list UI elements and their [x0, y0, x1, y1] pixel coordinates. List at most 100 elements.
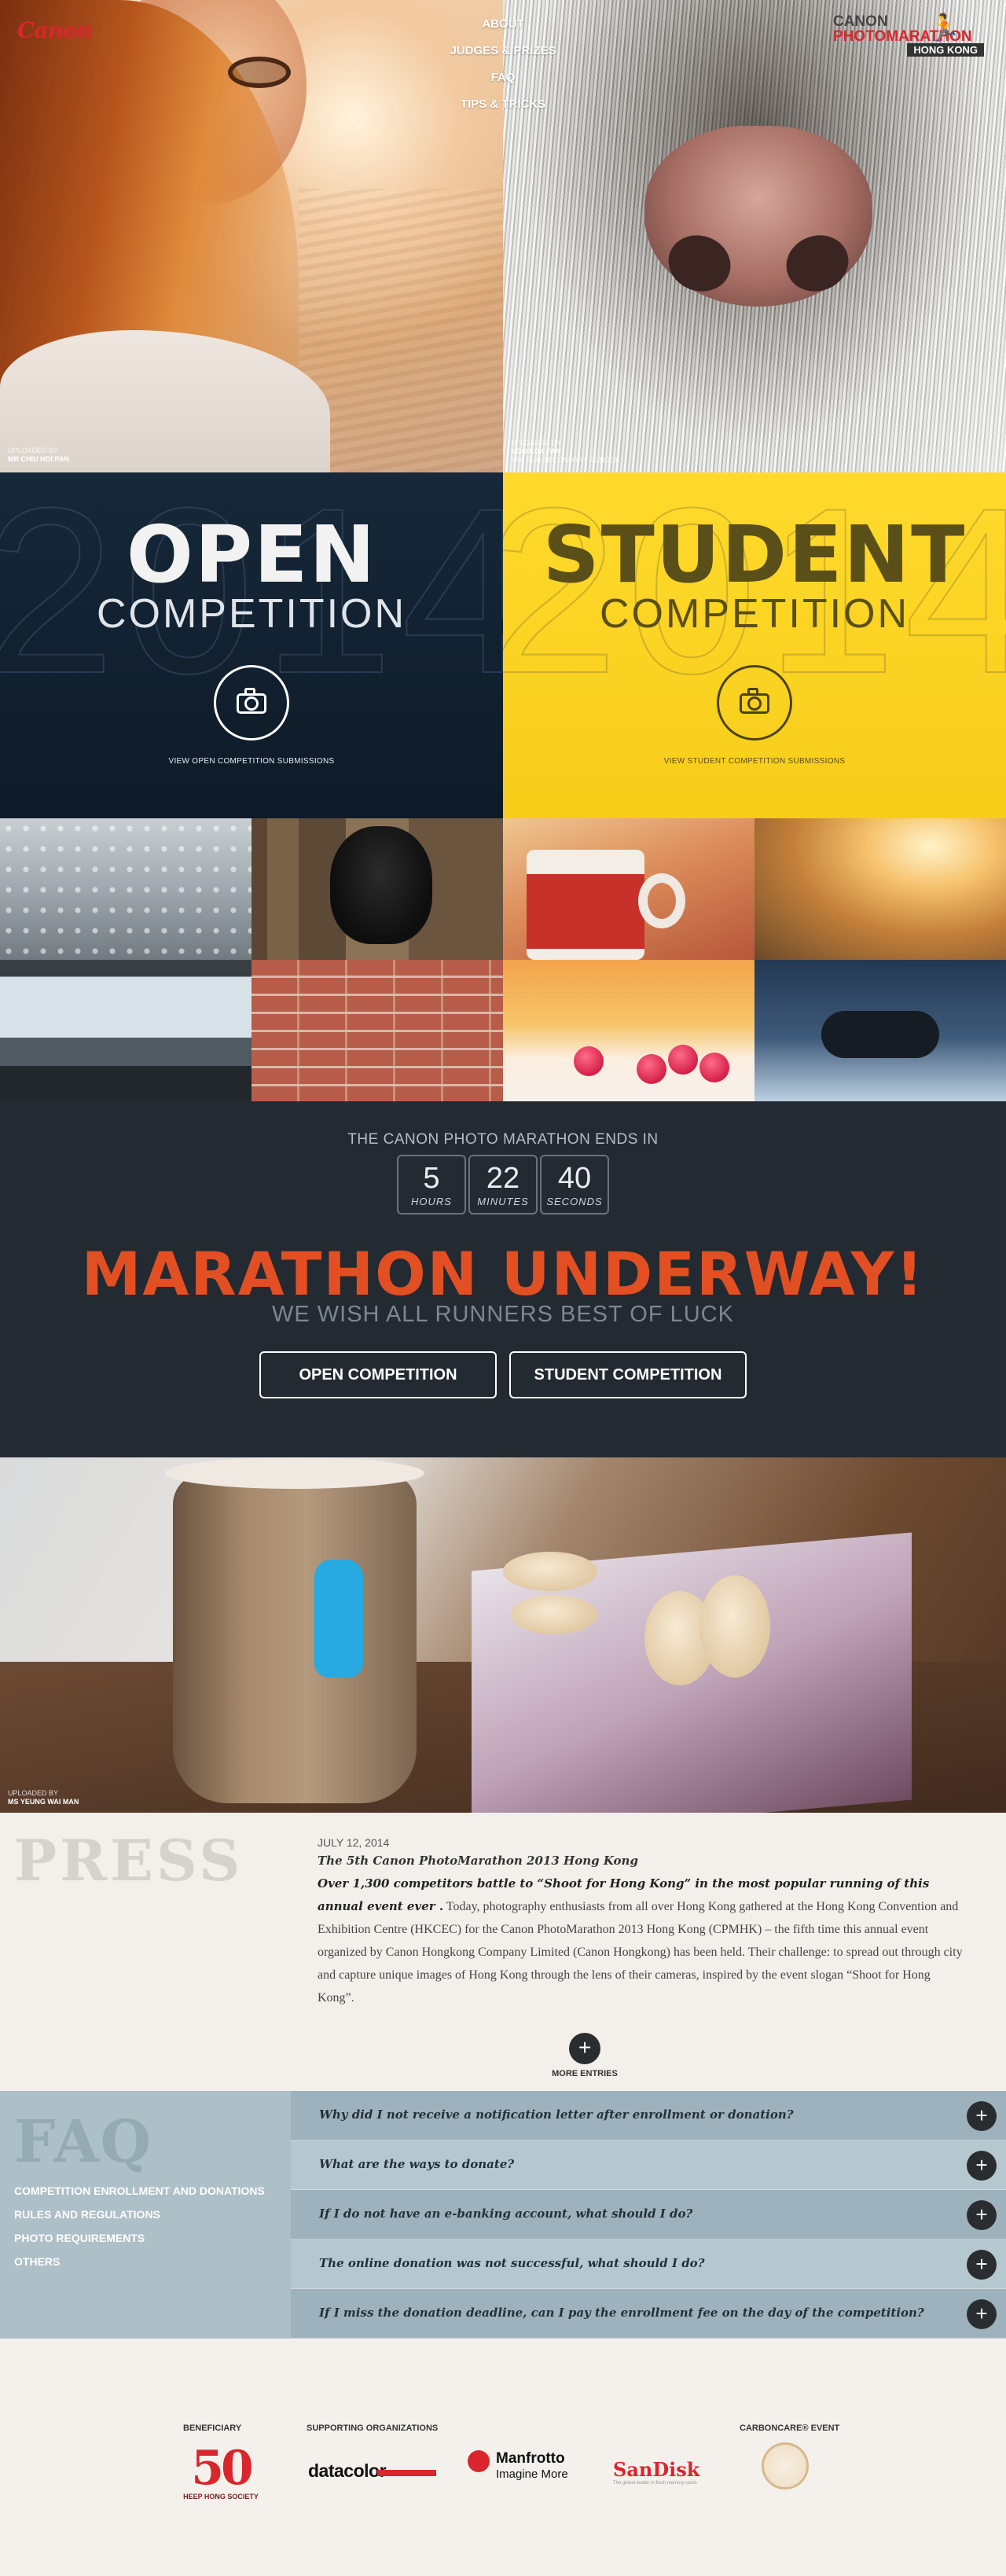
- timer-seconds: 40 SECONDS: [540, 1155, 609, 1215]
- logo-line-hongkong: HONG KONG: [907, 43, 984, 57]
- gallery-photo-black-dog[interactable]: [252, 818, 503, 960]
- blue-bottle-logo: [314, 1560, 363, 1678]
- raspberry: [637, 1054, 666, 1084]
- manfrotto-logo[interactable]: Manfrotto Imagine More: [468, 2450, 568, 2481]
- credit-name: MR CHIU HOI PAN: [8, 455, 69, 463]
- sandisk-logo[interactable]: SanDisk The global leader in flash memor…: [613, 2458, 699, 2486]
- gallery-photo-tunnel[interactable]: [0, 960, 252, 1101]
- canon-logo[interactable]: Canon: [17, 17, 93, 43]
- coffee-cup: [173, 1473, 417, 1803]
- credit-label: UPLOADED BY: [8, 446, 59, 454]
- student-title: STUDENT: [542, 509, 967, 601]
- carboncare-logo[interactable]: [762, 2442, 809, 2490]
- cup-rim: [165, 1457, 424, 1489]
- photo-gallery: [0, 818, 1006, 1101]
- hero-left-credit: UPLOADED BY MR CHIU HOI PAN: [8, 446, 69, 464]
- timer-hours-label: HOURS: [411, 1196, 452, 1207]
- plus-icon[interactable]: +: [967, 2101, 997, 2131]
- main-nav: ABOUT JUDGES & PRIZES FAQ TIPS & TRICKS: [424, 11, 582, 118]
- gallery-photo-rain-window[interactable]: [0, 818, 252, 960]
- credit-name: MS YEUNG WAI MAN: [8, 1798, 79, 1806]
- gallery-photo-sunset-field[interactable]: [754, 818, 1006, 960]
- view-open-submissions-link[interactable]: VIEW OPEN COMPETITION SUBMISSIONS: [0, 757, 503, 766]
- faq-category-others[interactable]: OTHERS: [14, 2250, 265, 2273]
- faq-question: If I miss the donation deadline, can I p…: [319, 2306, 924, 2320]
- faq-category-rules[interactable]: RULES AND REGULATIONS: [14, 2203, 265, 2226]
- faq-question: The online donation was not successful, …: [319, 2256, 705, 2270]
- raspberry: [668, 1045, 698, 1075]
- student-competition-button[interactable]: STUDENT COMPETITION: [509, 1351, 747, 1398]
- nav-about[interactable]: ABOUT: [424, 11, 582, 38]
- open-title: OPEN: [126, 509, 377, 601]
- press-heading: PRESS: [14, 1827, 244, 1894]
- nav-judges-prizes[interactable]: JUDGES & PRIZES: [424, 38, 582, 64]
- more-entries-button[interactable]: +: [569, 2033, 600, 2064]
- plus-icon[interactable]: +: [967, 2151, 997, 2181]
- manfrotto-icon: [468, 2450, 490, 2472]
- faq-question: If I do not have an e-banking account, w…: [319, 2207, 693, 2221]
- gallery-photo-mug[interactable]: [503, 818, 754, 960]
- faq-item[interactable]: What are the ways to donate? +: [291, 2141, 1006, 2190]
- mug: [527, 850, 644, 960]
- logo-line-canon: CANON: [833, 13, 888, 30]
- datacolor-name: datacolor: [308, 2460, 387, 2481]
- student-subtitle: COMPETITION: [599, 591, 910, 637]
- macaron: [699, 1575, 770, 1678]
- press-article-body: Over 1,300 competitors battle to “Shoot …: [318, 1872, 970, 2009]
- timer-seconds-value: 40: [557, 1162, 592, 1195]
- faq-item[interactable]: The online donation was not successful, …: [291, 2240, 1006, 2289]
- press-text: Today, photography enthusiasts from all …: [318, 1900, 963, 2005]
- faq-item[interactable]: If I do not have an e-banking account, w…: [291, 2190, 1006, 2240]
- timer-minutes-label: MINUTES: [477, 1196, 529, 1207]
- credit-label: UPLOADED BY: [8, 1789, 59, 1797]
- sandisk-tagline: The global leader in flash memory cards: [613, 2481, 697, 2486]
- featured-photo[interactable]: UPLOADED BY MS YEUNG WAI MAN: [0, 1457, 1006, 1813]
- heep-fifty: 50: [191, 2441, 254, 2496]
- faq-item[interactable]: If I miss the donation deadline, can I p…: [291, 2289, 1006, 2339]
- runner-icon: 🏃: [927, 13, 961, 43]
- plus-icon: +: [578, 2035, 592, 2060]
- supporting-label: SUPPORTING ORGANIZATIONS: [307, 2423, 439, 2433]
- open-competition-panel[interactable]: 2014 OPEN COMPETITION VIEW OPEN COMPETIT…: [0, 472, 503, 818]
- hero-right-credit: UPLOADED BY NGO KOK FAN TAK SUN SECONDAR…: [511, 439, 619, 465]
- timer-seconds-label: SECONDS: [546, 1196, 603, 1207]
- camera-icon[interactable]: [214, 665, 289, 740]
- plus-icon[interactable]: +: [967, 2200, 997, 2230]
- view-student-submissions-link[interactable]: VIEW STUDENT COMPETITION SUBMISSIONS: [503, 757, 1006, 766]
- faq-question: Why did I not receive a notification let…: [319, 2107, 794, 2122]
- gallery-photo-raspberries[interactable]: [503, 960, 754, 1101]
- credit-name: NGO KOK FAN: [511, 447, 561, 455]
- nav-tips-tricks[interactable]: TIPS & TRICKS: [424, 91, 582, 118]
- faq-question: What are the ways to donate?: [319, 2157, 515, 2171]
- datacolor-logo[interactable]: datacolor: [308, 2460, 436, 2482]
- credit-school: TAK SUN SECONDARY SCHOOL: [511, 456, 620, 464]
- plus-icon[interactable]: +: [967, 2250, 997, 2280]
- more-entries-label[interactable]: MORE ENTRIES: [0, 2069, 1006, 2078]
- gallery-photo-game-controller[interactable]: [754, 960, 1006, 1101]
- dog: [330, 826, 432, 944]
- raspberry: [699, 1053, 729, 1082]
- marathon-headline: MARATHON UNDERWAY!: [81, 1239, 925, 1309]
- open-competition-button[interactable]: OPEN COMPETITION: [259, 1351, 497, 1398]
- faq-section: FAQ COMPETITION ENROLLMENT AND DONATIONS…: [0, 2091, 1006, 2339]
- press-article-title[interactable]: The 5th Canon PhotoMarathon 2013 Hong Ko…: [318, 1854, 638, 1868]
- plus-icon[interactable]: +: [967, 2299, 997, 2329]
- timer-minutes-value: 22: [486, 1162, 520, 1195]
- gallery-photo-brick-wall[interactable]: [252, 960, 503, 1101]
- carboncare-label: CARBONCARE® EVENT: [740, 2423, 840, 2433]
- sunglasses: [228, 57, 291, 88]
- nav-faq[interactable]: FAQ: [424, 64, 582, 91]
- heep-hong-society-logo[interactable]: 50 HEEP HONG SOCIETY: [179, 2444, 263, 2512]
- faq-category-photo-requirements[interactable]: PHOTO REQUIREMENTS: [14, 2226, 265, 2250]
- open-subtitle: COMPETITION: [96, 591, 407, 637]
- faq-heading: FAQ: [14, 2108, 153, 2176]
- student-competition-panel[interactable]: 2014 STUDENT COMPETITION VIEW STUDENT CO…: [503, 472, 1006, 818]
- faq-item[interactable]: Why did I not receive a notification let…: [291, 2091, 1006, 2141]
- faq-category-enrollment[interactable]: COMPETITION ENROLLMENT AND DONATIONS: [14, 2179, 265, 2203]
- camera-icon[interactable]: [717, 665, 792, 740]
- hero: UPLOADED BY MR CHIU HOI PAN UPLOADED BY …: [0, 0, 1006, 472]
- timer-hours-value: 5: [423, 1162, 440, 1195]
- photomarathon-logo[interactable]: CANON PHOTOMARATHON HONG KONG 🏃: [833, 13, 987, 58]
- sandisk-name: SanDisk: [613, 2458, 700, 2481]
- faq-categories: COMPETITION ENROLLMENT AND DONATIONS RUL…: [14, 2179, 265, 2273]
